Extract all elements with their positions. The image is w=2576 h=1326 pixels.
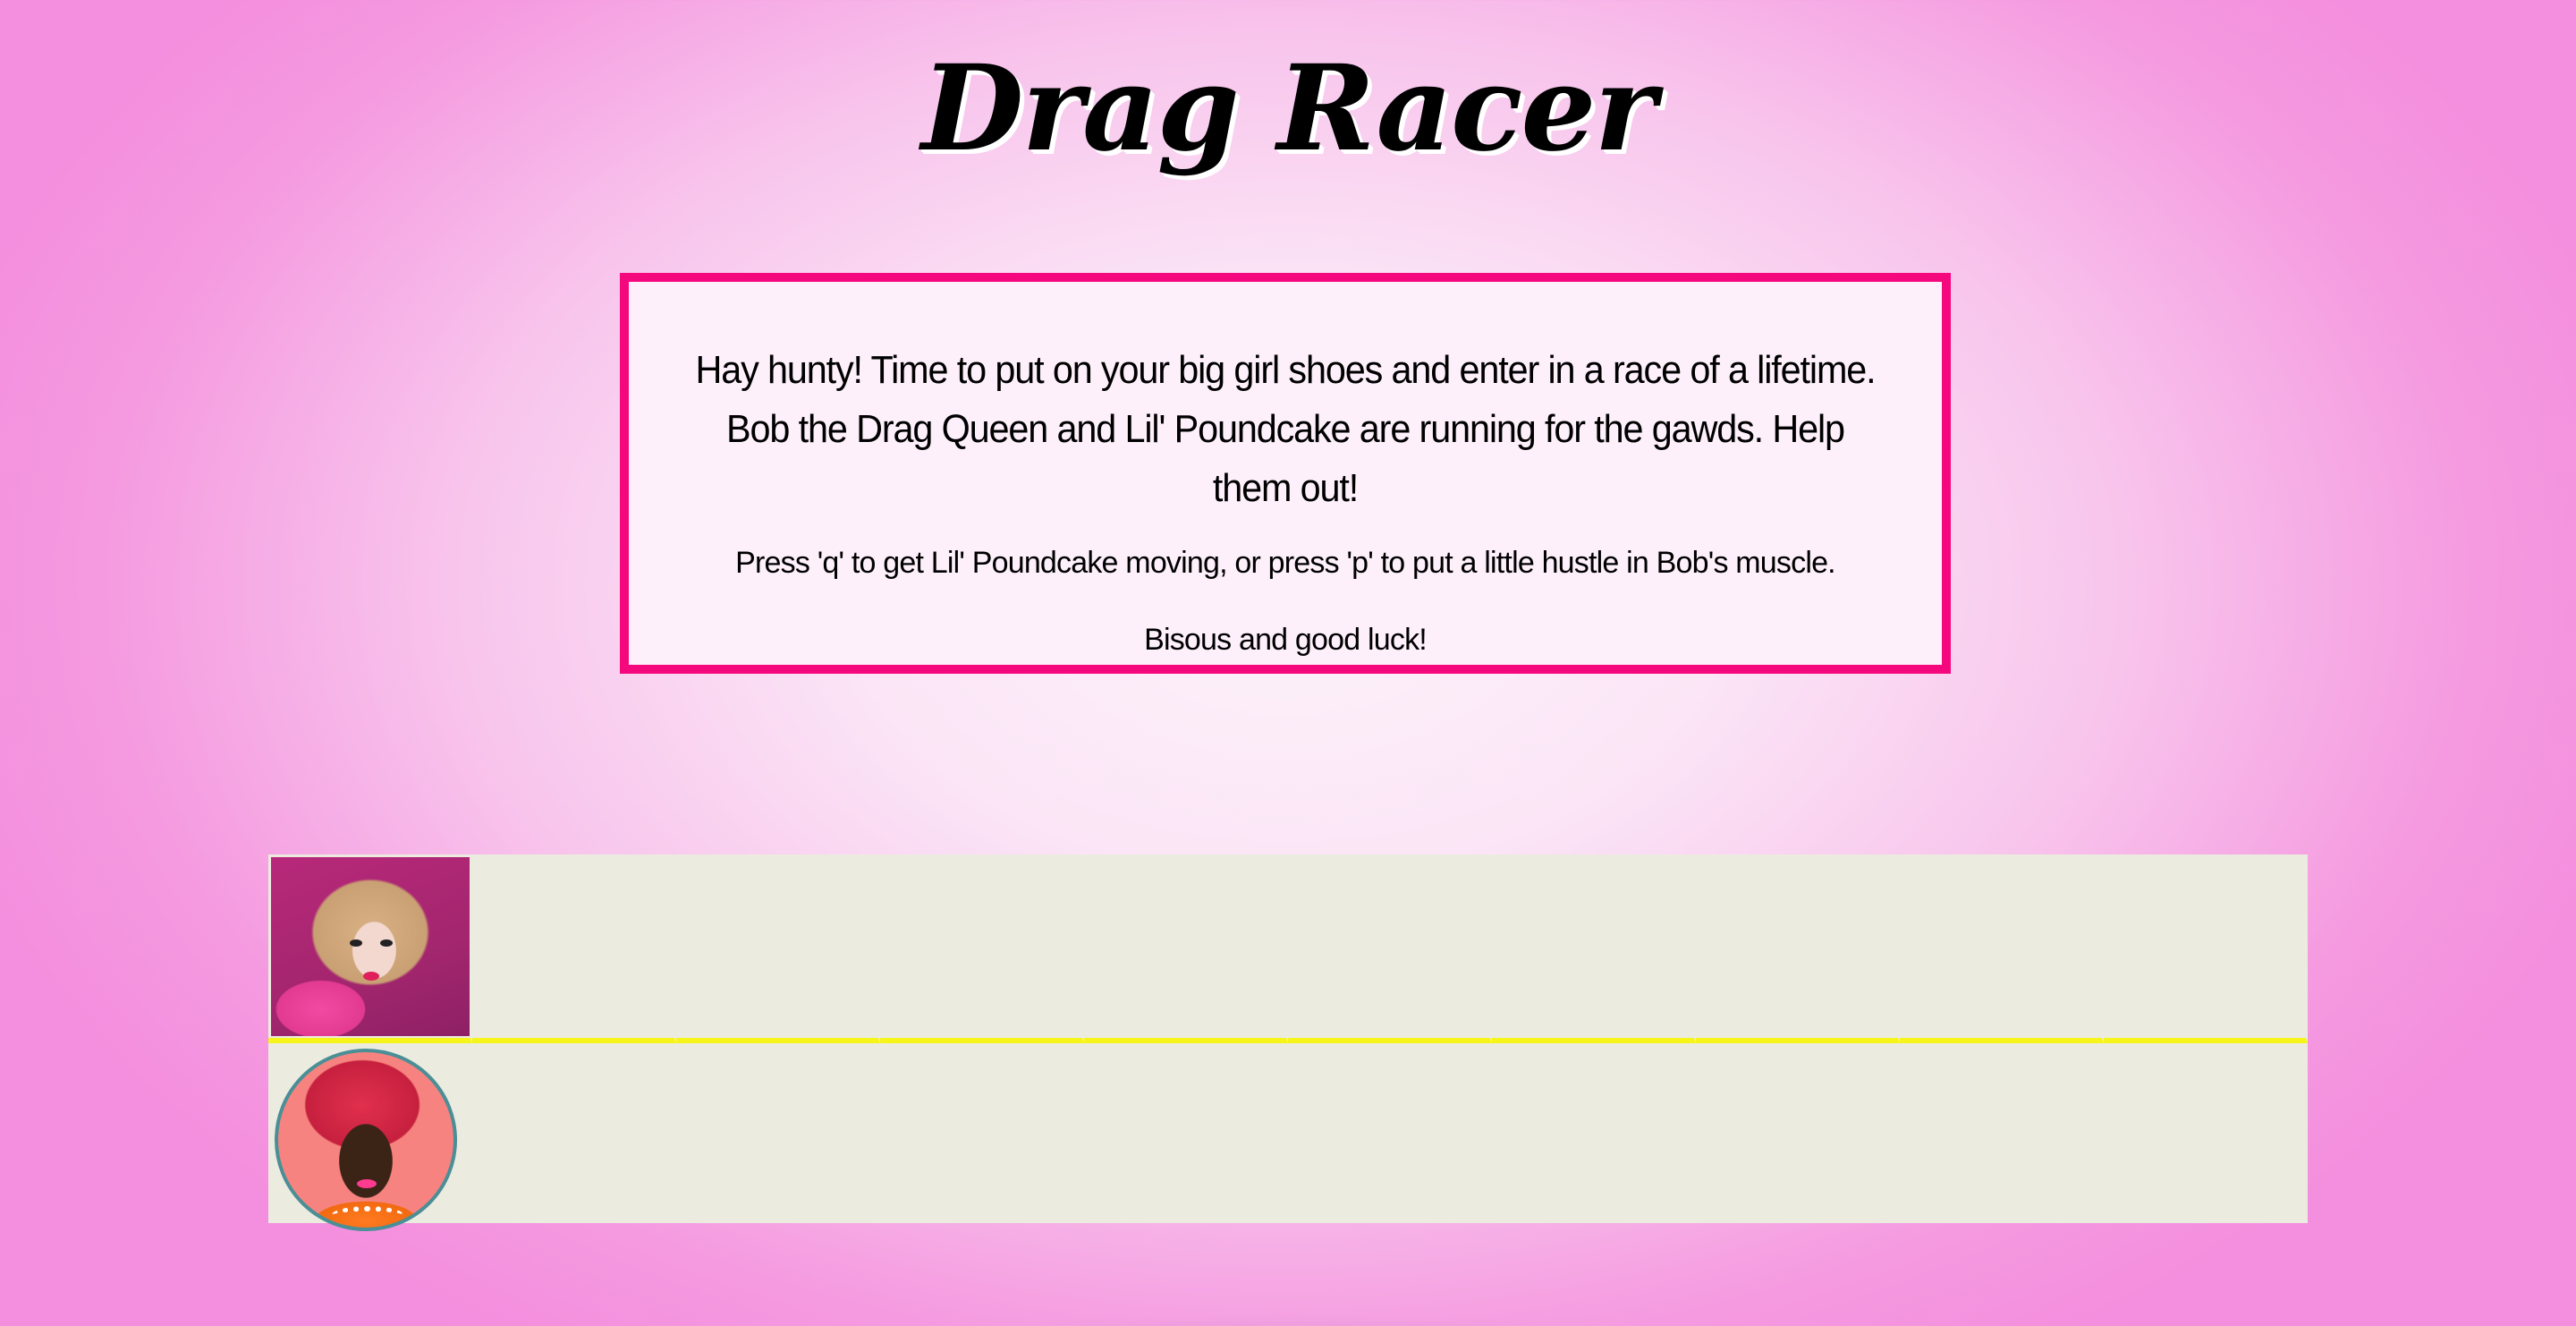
track-cell (1492, 854, 1696, 1043)
track-cell (1084, 854, 1288, 1043)
track-cell (2104, 1043, 2308, 1223)
mouth-shape (363, 972, 379, 981)
track-cell (1696, 1043, 1900, 1223)
intro-panel: Hay hunty! Time to put on your big girl … (620, 273, 1951, 674)
track-cell (1900, 1043, 2104, 1223)
track-cell (1696, 854, 1900, 1043)
sign-off-text: Bisous and good luck! (1144, 623, 1428, 657)
track-cell (2104, 854, 2308, 1043)
track-cell (1084, 1043, 1288, 1223)
track-cell (472, 854, 676, 1043)
track-cell (1900, 854, 2104, 1043)
lane-bob (268, 1043, 2308, 1231)
intro-message: Hay hunty! Time to put on your big girl … (695, 348, 1876, 510)
track-cell (676, 854, 880, 1043)
eye-shape (350, 939, 362, 947)
track-cell (676, 1043, 880, 1223)
footer-shadow (778, 1279, 1798, 1326)
track-cell (1288, 1043, 1492, 1223)
track-cell (880, 854, 1084, 1043)
lips-shape (357, 1179, 377, 1188)
pearls-shape (332, 1206, 403, 1224)
track-cell (880, 1043, 1084, 1223)
eye-shape (380, 939, 393, 947)
track-cell (1288, 854, 1492, 1043)
game-title: Drag Racer (921, 39, 1657, 178)
racer-bob-avatar (275, 1049, 457, 1231)
racer-lil-poundcake-avatar (271, 857, 470, 1036)
lane-lil-poundcake (268, 854, 2308, 1043)
track-cell (1492, 1043, 1696, 1223)
track-cell (472, 1043, 676, 1223)
key-instructions: Press 'q' to get Lil' Poundcake moving, … (735, 546, 1835, 580)
race-track (268, 854, 2308, 1231)
